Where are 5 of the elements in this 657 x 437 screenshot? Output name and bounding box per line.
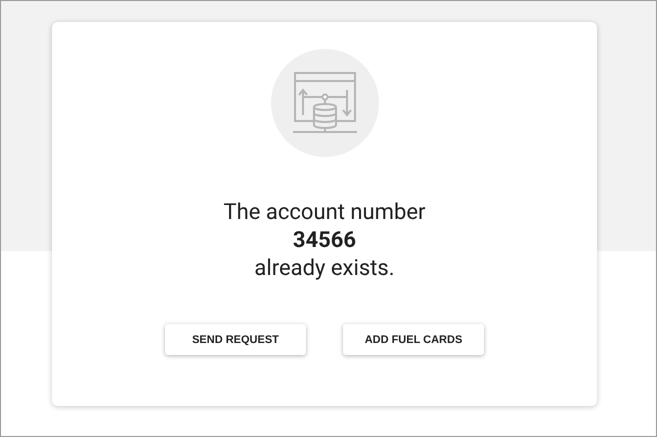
- message-text: already exists.: [254, 255, 395, 283]
- action-button[interactable]: SEND REQUEST: [165, 324, 306, 355]
- action-button[interactable]: ADD FUEL CARDS: [343, 324, 484, 355]
- message-text: The account number: [224, 199, 426, 227]
- account-number: 34566: [292, 227, 356, 255]
